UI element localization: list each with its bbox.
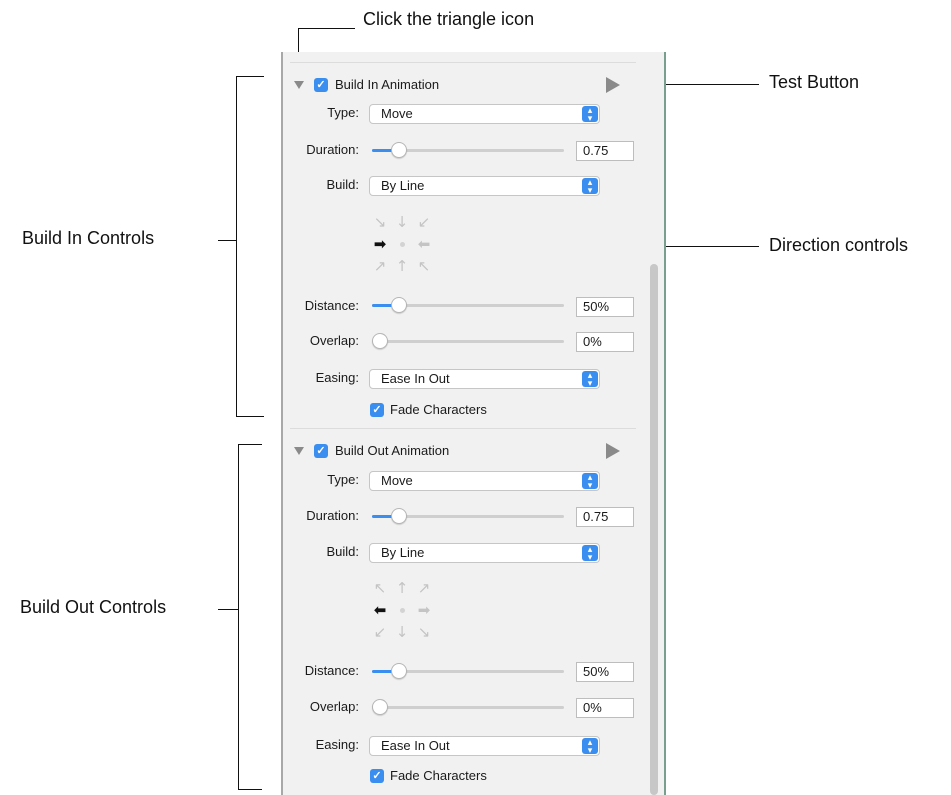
slider-knob[interactable]	[372, 333, 388, 349]
build-in-enable-checkbox[interactable]: ✓	[314, 78, 328, 92]
top-separator	[290, 62, 636, 63]
panel-edge	[664, 52, 666, 795]
build-in-bracket-stub	[218, 240, 236, 241]
build-in-type-value: Move	[381, 106, 413, 121]
build-out-direction-controls: ↖ ↑ ↗ ⬅ ➡ ↙ ↓ ↘	[370, 578, 434, 642]
build-in-overlap-field[interactable]: 0%	[576, 332, 634, 352]
checkmark-icon: ✓	[372, 404, 382, 416]
build-out-bracket-stub	[218, 609, 238, 610]
build-out-disclosure-triangle-icon[interactable]	[294, 447, 304, 455]
build-out-distance-field[interactable]: 50%	[576, 662, 634, 682]
build-out-type-popup[interactable]: Move ▴ ▾	[369, 471, 600, 491]
build-out-overlap-slider[interactable]	[372, 699, 564, 715]
build-in-duration-label: Duration:	[306, 142, 359, 157]
build-in-build-popup[interactable]: By Line ▴ ▾	[369, 176, 600, 196]
build-in-direction-controls: ↘ ↓ ↙ ➡ ⬅ ↗ ↑ ↖	[370, 212, 434, 276]
direction-up-icon[interactable]: ↑	[392, 256, 412, 276]
build-out-overlap-label: Overlap:	[309, 699, 359, 714]
build-out-build-value: By Line	[381, 545, 425, 560]
build-in-callout: Build In Controls	[22, 228, 155, 248]
build-out-bracket-bottom	[238, 789, 262, 790]
direction-right-icon[interactable]: ➡	[414, 600, 434, 620]
direction-left-icon[interactable]: ⬅	[414, 234, 434, 254]
build-out-callout: Build Out Controls	[20, 597, 167, 617]
popup-chevron-icon: ▴ ▾	[582, 371, 598, 388]
build-in-distance-field[interactable]: 50%	[576, 297, 634, 317]
build-in-distance-slider[interactable]	[372, 297, 564, 313]
direction-right-icon[interactable]: ➡	[370, 234, 390, 254]
direction-down-icon[interactable]: ↓	[392, 622, 412, 642]
build-out-bracket-top	[238, 444, 262, 445]
direction-center-dot	[400, 608, 405, 613]
slider-knob[interactable]	[372, 699, 388, 715]
direction-left-icon[interactable]: ⬅	[370, 600, 390, 620]
checkmark-icon: ✓	[372, 770, 382, 782]
direction-down-right-icon[interactable]: ↘	[370, 212, 390, 232]
build-in-overlap-label: Overlap:	[309, 333, 359, 348]
direction-up-left-icon[interactable]: ↖	[414, 256, 434, 276]
build-in-bracket-top	[236, 76, 264, 77]
direction-down-right-icon[interactable]: ↘	[414, 622, 434, 642]
popup-chevron-icon: ▴ ▾	[582, 473, 598, 490]
direction-up-right-icon[interactable]: ↗	[414, 578, 434, 598]
build-out-easing-popup[interactable]: Ease In Out ▴ ▾	[369, 736, 600, 756]
build-in-distance-label: Distance:	[304, 298, 359, 313]
build-out-overlap-field[interactable]: 0%	[576, 698, 634, 718]
popup-chevron-icon: ▴ ▾	[582, 738, 598, 755]
build-out-easing-value: Ease In Out	[381, 738, 450, 753]
direction-center-dot	[400, 242, 405, 247]
direction-down-icon[interactable]: ↓	[392, 212, 412, 232]
popup-chevron-icon: ▴ ▾	[582, 545, 598, 562]
build-out-distance-slider[interactable]	[372, 663, 564, 679]
build-in-fade-label: Fade Characters	[390, 402, 487, 417]
build-out-build-label: Build:	[326, 544, 359, 559]
build-in-duration-field[interactable]: 0.75	[576, 141, 634, 161]
build-in-build-label: Build:	[326, 177, 359, 192]
direction-down-left-icon[interactable]: ↙	[414, 212, 434, 232]
build-out-fade-checkbox[interactable]: ✓	[370, 769, 384, 783]
direction-up-icon[interactable]: ↑	[392, 578, 412, 598]
build-in-build-value: By Line	[381, 178, 425, 193]
direction-down-left-icon[interactable]: ↙	[370, 622, 390, 642]
animation-inspector-panel	[281, 52, 665, 795]
build-out-duration-label: Duration:	[306, 508, 359, 523]
build-out-type-label: Type:	[327, 472, 359, 487]
direction-up-left-icon[interactable]: ↖	[370, 578, 390, 598]
scrollbar-thumb[interactable]	[650, 264, 658, 795]
build-out-build-popup[interactable]: By Line ▴ ▾	[369, 543, 600, 563]
build-out-enable-checkbox[interactable]: ✓	[314, 444, 328, 458]
build-in-easing-popup[interactable]: Ease In Out ▴ ▾	[369, 369, 600, 389]
checkmark-icon: ✓	[316, 445, 326, 457]
popup-chevron-icon: ▴ ▾	[582, 178, 598, 195]
build-out-duration-field[interactable]: 0.75	[576, 507, 634, 527]
build-out-fade-label: Fade Characters	[390, 768, 487, 783]
build-out-distance-label: Distance:	[304, 663, 359, 678]
build-in-bracket-bottom	[236, 416, 264, 417]
popup-chevron-icon: ▴ ▾	[582, 106, 598, 123]
checkmark-icon: ✓	[316, 79, 326, 91]
build-in-overlap-slider[interactable]	[372, 333, 564, 349]
test-button-callout: Test Button	[769, 72, 860, 92]
build-out-type-value: Move	[381, 473, 413, 488]
build-in-type-popup[interactable]: Move ▴ ▾	[369, 104, 600, 124]
build-in-easing-label: Easing:	[315, 370, 359, 385]
build-out-bracket	[238, 444, 239, 789]
build-out-test-play-icon[interactable]	[606, 443, 620, 459]
triangle-callout-line	[298, 28, 355, 29]
build-out-duration-slider[interactable]	[372, 508, 564, 524]
build-out-easing-label: Easing:	[315, 737, 359, 752]
direction-callout: Direction controls	[769, 235, 909, 255]
build-in-title: Build In Animation	[335, 77, 440, 92]
build-in-easing-value: Ease In Out	[381, 371, 450, 386]
build-out-title: Build Out Animation	[335, 443, 450, 458]
build-in-bracket	[236, 76, 237, 416]
triangle-callout: Click the triangle icon	[363, 9, 535, 29]
build-in-duration-slider[interactable]	[372, 142, 564, 158]
build-in-type-label: Type:	[327, 105, 359, 120]
build-in-fade-checkbox[interactable]: ✓	[370, 403, 384, 417]
build-in-disclosure-triangle-icon[interactable]	[294, 81, 304, 89]
build-in-test-play-icon[interactable]	[606, 77, 620, 93]
section-separator	[290, 428, 636, 429]
direction-up-right-icon[interactable]: ↗	[370, 256, 390, 276]
